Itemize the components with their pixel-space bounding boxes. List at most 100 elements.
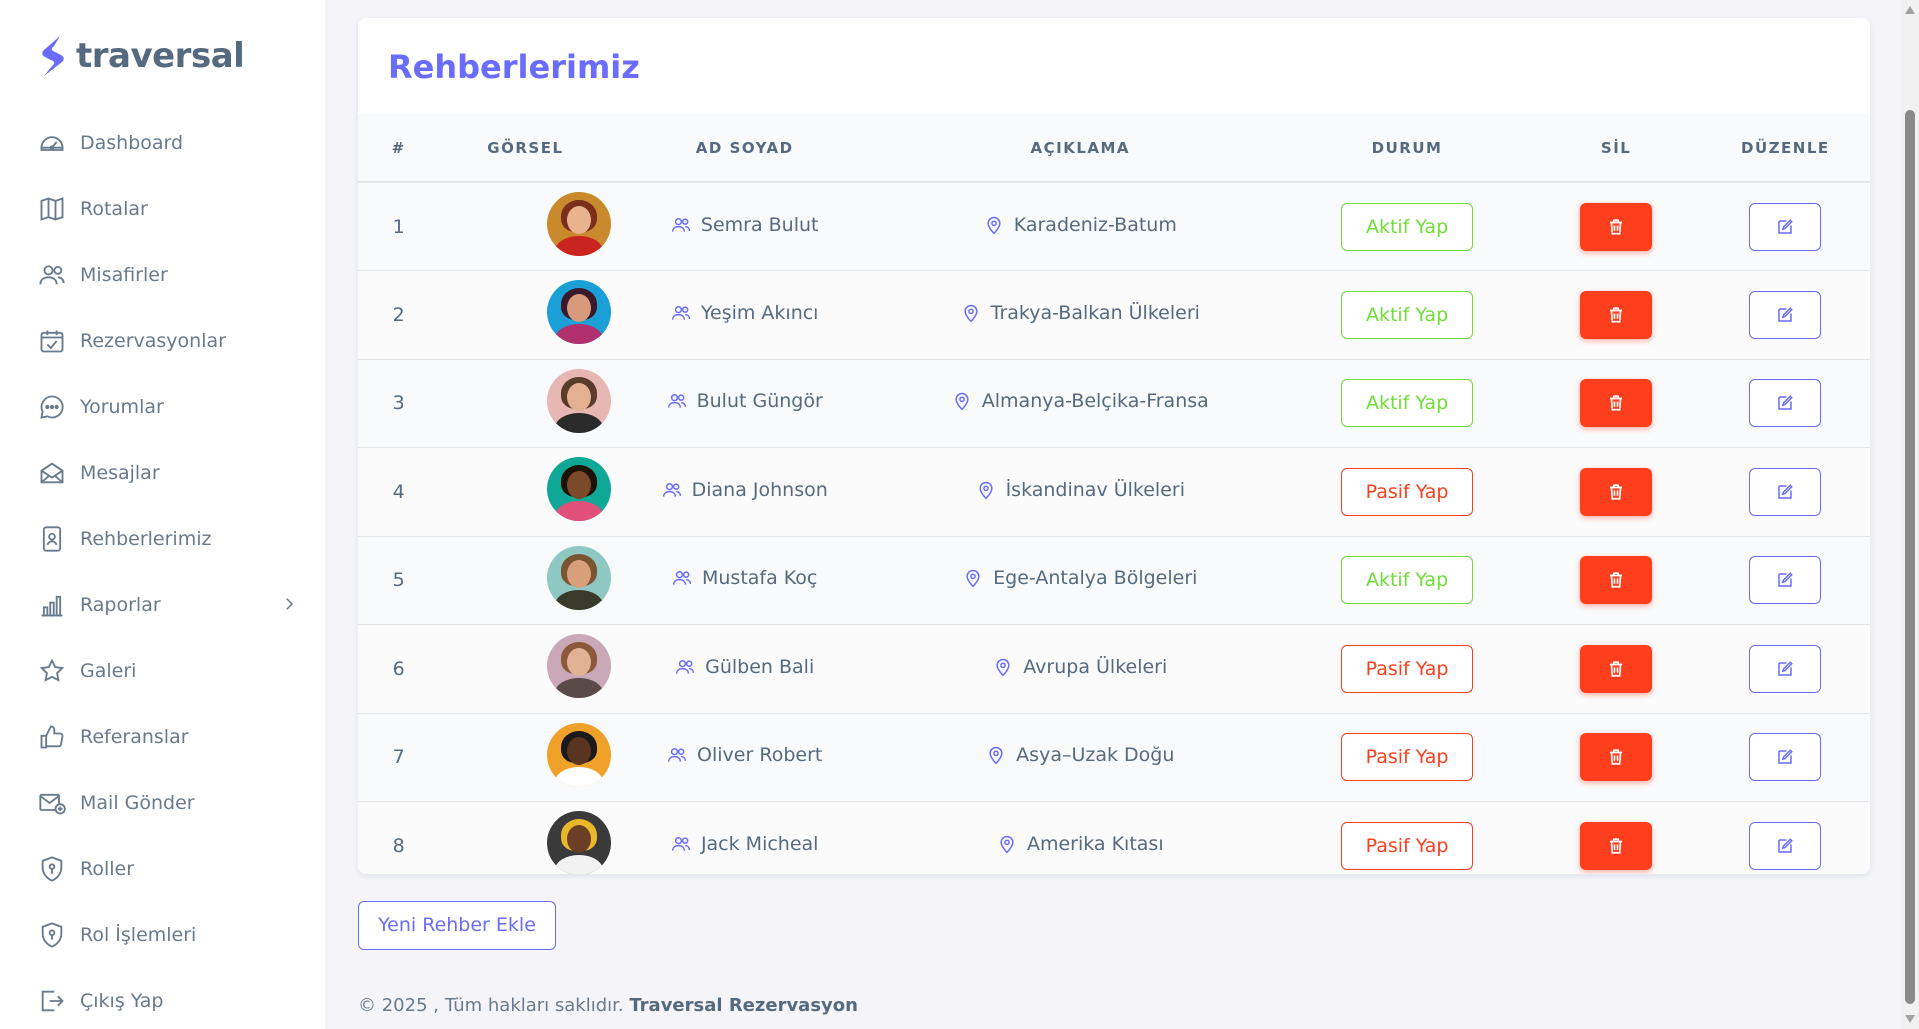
- edit-cell: [1701, 448, 1870, 537]
- brand-logo-icon: [42, 36, 64, 76]
- edit-cell: [1701, 536, 1870, 625]
- sidebar-item-13[interactable]: Rol İşlemleri: [38, 902, 298, 968]
- description-cell: Karadeniz-Batum: [878, 182, 1283, 271]
- sidebar-item-5[interactable]: Yorumlar: [38, 374, 298, 440]
- guide-name: Yeşim Akıncı: [700, 301, 819, 324]
- sidebar-item-label: Yorumlar: [80, 396, 164, 418]
- sidebar-item-6[interactable]: Mesajlar: [38, 440, 298, 506]
- guide-description: Trakya-Balkan Ülkeleri: [990, 301, 1200, 324]
- brand[interactable]: traversal: [38, 34, 245, 78]
- sidebar-item-14[interactable]: Çıkış Yap: [38, 968, 298, 1029]
- delete-button[interactable]: [1580, 379, 1653, 428]
- name-cell: Bulut Güngör: [611, 359, 878, 448]
- status-toggle-button[interactable]: Aktif Yap: [1341, 202, 1474, 251]
- delete-button[interactable]: [1580, 733, 1653, 782]
- sidebar-item-1[interactable]: Dashboard: [38, 110, 298, 176]
- thumbs-up-icon: [38, 723, 66, 751]
- avatar-cell: [439, 625, 612, 714]
- sidebar-item-2[interactable]: Rotalar: [38, 176, 298, 242]
- name-cell: Gülben Bali: [611, 625, 878, 714]
- sidebar-item-3[interactable]: Misafirler: [38, 242, 298, 308]
- sidebar-item-12[interactable]: Roller: [38, 836, 298, 902]
- edit-cell: [1701, 182, 1870, 271]
- sidebar-item-4[interactable]: Rezervasyonlar: [38, 308, 298, 374]
- edit-button[interactable]: [1749, 644, 1822, 693]
- description-cell: Almanya-Belçika-Fransa: [878, 359, 1283, 448]
- name-cell: Mustafa Koç: [611, 536, 878, 625]
- avatar-cell: [439, 713, 612, 802]
- scroll-up-arrow-icon[interactable]: [1905, 6, 1915, 14]
- edit-icon: [1778, 218, 1794, 234]
- edit-button[interactable]: [1749, 379, 1822, 428]
- status-cell: Aktif Yap: [1283, 182, 1532, 271]
- edit-cell: [1701, 359, 1870, 448]
- footer-brand[interactable]: Traversal Rezervasyon: [629, 995, 858, 1016]
- scrollbar[interactable]: [1901, 0, 1919, 1029]
- delete-button[interactable]: [1580, 202, 1653, 251]
- status-toggle-button[interactable]: Pasif Yap: [1341, 733, 1474, 782]
- page-title: Rehberlerimiz: [388, 48, 640, 86]
- sidebar-item-10[interactable]: Referanslar: [38, 704, 298, 770]
- map-pin-icon: [966, 570, 980, 588]
- delete-button[interactable]: [1580, 290, 1653, 339]
- status-cell: Pasif Yap: [1283, 625, 1532, 714]
- status-toggle-button[interactable]: Aktif Yap: [1341, 290, 1474, 339]
- edit-cell: [1701, 271, 1870, 360]
- status-toggle-button[interactable]: Pasif Yap: [1341, 467, 1474, 516]
- guides-card: Rehberlerimiz # GÖRSEL AD SOYAD AÇIKLAMA…: [358, 18, 1870, 874]
- name-cell: Jack Micheal: [611, 802, 878, 875]
- sidebar-item-9[interactable]: Galeri: [38, 638, 298, 704]
- status-toggle-button[interactable]: Pasif Yap: [1341, 821, 1474, 870]
- guide-name: Mustafa Koç: [702, 567, 818, 590]
- sidebar-item-label: Roller: [80, 858, 135, 880]
- trash-icon: [1610, 572, 1623, 588]
- edit-button[interactable]: [1749, 290, 1822, 339]
- scroll-thumb[interactable]: [1905, 110, 1915, 1004]
- shield-icon: [38, 921, 66, 949]
- status-cell: Aktif Yap: [1283, 359, 1532, 448]
- delete-cell: [1532, 536, 1701, 625]
- delete-button[interactable]: [1580, 821, 1653, 870]
- guide-description: İskandinav Ülkeleri: [1005, 478, 1185, 501]
- delete-cell: [1532, 359, 1701, 448]
- users-icon: [667, 748, 687, 762]
- add-guide-button[interactable]: Yeni Rehber Ekle: [358, 901, 556, 950]
- status-toggle-button[interactable]: Aktif Yap: [1341, 556, 1474, 605]
- status-toggle-button[interactable]: Aktif Yap: [1341, 379, 1474, 428]
- users-icon: [667, 394, 686, 408]
- edit-button[interactable]: [1749, 556, 1822, 605]
- delete-button[interactable]: [1580, 644, 1653, 693]
- description-cell: Avrupa Ülkeleri: [878, 625, 1283, 714]
- guide-name: Oliver Robert: [697, 744, 823, 767]
- edit-button[interactable]: [1749, 733, 1822, 782]
- description-cell: Ege-Antalya Bölgeleri: [878, 536, 1283, 625]
- guide-name: Semra Bulut: [700, 213, 819, 236]
- table-row: 5 Mustafa Koç Ege-Antalya Bölgeleri Aktif Y…: [358, 536, 1870, 625]
- avatar-cell: [439, 802, 612, 874]
- sidebar-item-11[interactable]: Mail Gönder: [38, 770, 298, 836]
- name-cell: Oliver Robert: [611, 713, 878, 802]
- header-number: #: [391, 138, 406, 157]
- edit-icon: [1778, 483, 1794, 499]
- description-cell: Trakya-Balkan Ülkeleri: [878, 271, 1283, 360]
- scroll-down-arrow-icon[interactable]: [1905, 1015, 1915, 1023]
- brand-name: traversal: [76, 36, 245, 76]
- delete-button[interactable]: [1580, 556, 1653, 605]
- edit-icon: [1778, 395, 1794, 410]
- sidebar-item-8[interactable]: Raporlar: [38, 572, 298, 638]
- table-row: 7 Oliver Robert Asya–Uzak Doğu Pasif Yap: [358, 713, 1870, 802]
- delete-button[interactable]: [1580, 467, 1653, 516]
- edit-button[interactable]: [1749, 467, 1822, 516]
- edit-button[interactable]: [1749, 202, 1822, 251]
- chevron-right-icon[interactable]: [280, 595, 298, 613]
- status-toggle-button[interactable]: Pasif Yap: [1341, 644, 1474, 693]
- delete-cell: [1532, 448, 1701, 537]
- sidebar-item-label: Mail Gönder: [80, 792, 195, 814]
- edit-cell: [1701, 625, 1870, 714]
- sidebar-item-7[interactable]: Rehberlerimiz: [38, 506, 298, 572]
- mail-send-icon: [38, 789, 66, 817]
- edit-button[interactable]: [1749, 821, 1822, 870]
- users-icon: [671, 305, 691, 320]
- row-number: 1: [392, 215, 405, 238]
- row-number: 4: [392, 480, 405, 503]
